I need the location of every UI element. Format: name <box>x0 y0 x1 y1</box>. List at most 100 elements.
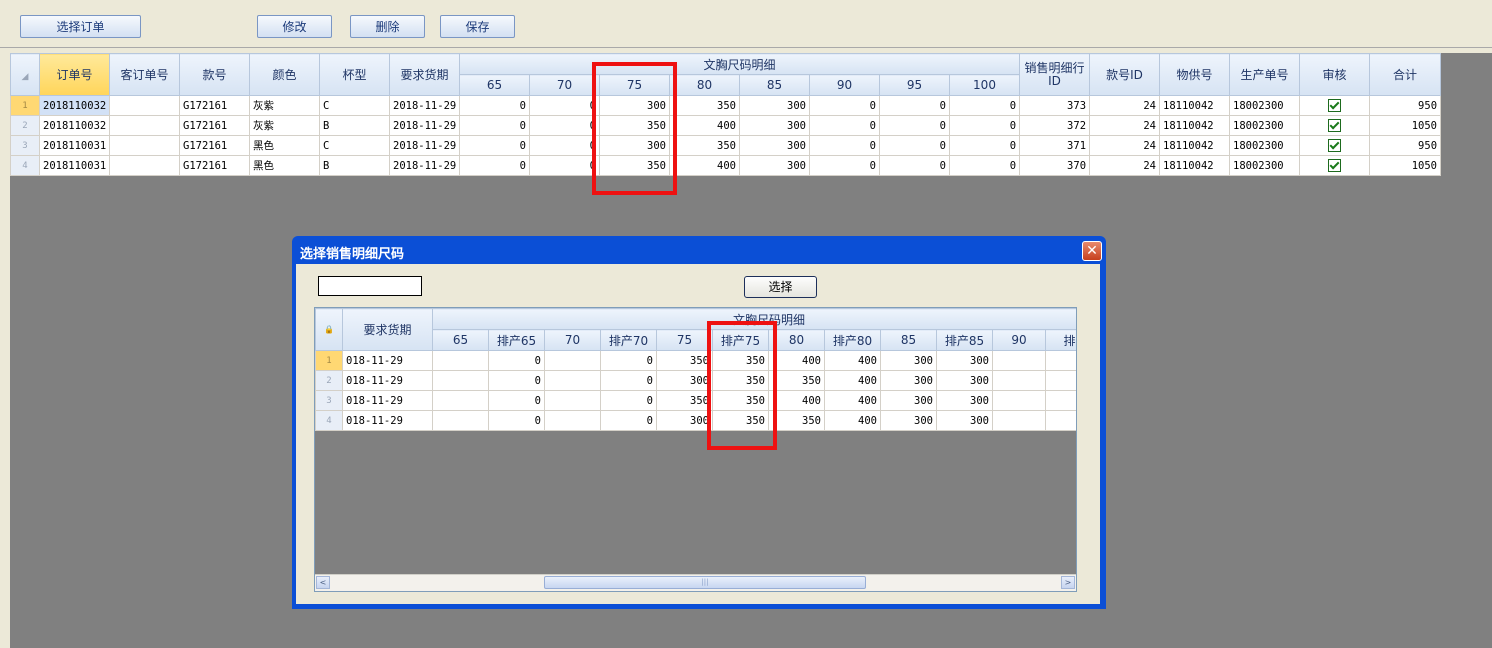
cell-production-no[interactable]: 18002300 <box>1229 135 1301 156</box>
cell-size-85[interactable]: 300 <box>739 135 810 156</box>
review-checkbox[interactable] <box>1328 99 1342 112</box>
dialog-header-size[interactable]: 排产80 <box>824 329 881 351</box>
cell-style-id[interactable]: 24 <box>1089 115 1161 136</box>
cell-due-date[interactable]: 2018-11-29 <box>389 95 460 116</box>
cell-size-90[interactable]: 0 <box>809 135 880 156</box>
cell-style-no[interactable]: G172161 <box>179 115 250 136</box>
cell-style-no[interactable]: G172161 <box>179 95 250 116</box>
cell-production-no[interactable]: 18002300 <box>1229 115 1301 136</box>
header-size-70[interactable]: 70 <box>529 74 600 96</box>
cell-color[interactable]: 黑色 <box>249 155 320 176</box>
cell-size-value[interactable] <box>432 350 489 371</box>
cell-sales-detail-id[interactable]: 370 <box>1019 155 1091 176</box>
table-row[interactable]: 3 018-11-29 0 0 350 350 400 400 300 300 <box>315 390 1076 411</box>
dialog-header-size[interactable]: 75 <box>656 329 713 351</box>
cell-size-value[interactable] <box>1044 350 1076 371</box>
cell-size-85[interactable]: 300 <box>739 155 810 176</box>
header-total[interactable]: 合计 <box>1369 53 1442 96</box>
cell-size-80[interactable]: 350 <box>669 95 740 116</box>
cell-size-value[interactable]: 350 <box>656 350 713 371</box>
dialog-size-grid[interactable]: 🔒 要求货期 文胸尺码明细 65 排产65 70 排产70 75 排产75 80 排产80 85… <box>315 308 1076 431</box>
delete-button[interactable]: 删除 <box>350 15 425 38</box>
cell-total[interactable]: 1050 <box>1369 155 1442 176</box>
cell-size-100[interactable]: 0 <box>948 155 1021 176</box>
header-size-100[interactable]: 100 <box>948 74 1021 96</box>
cell-size-value[interactable]: 300 <box>936 410 993 431</box>
header-size-85[interactable]: 85 <box>739 74 810 96</box>
row-number[interactable]: 1 <box>10 95 40 116</box>
review-checkbox[interactable] <box>1328 159 1342 172</box>
cell-size-value[interactable]: 300 <box>936 350 993 371</box>
cell-size-70[interactable]: 0 <box>529 135 600 156</box>
review-checkbox[interactable] <box>1328 139 1342 152</box>
cell-supplier-no[interactable]: 18110042 <box>1159 95 1231 116</box>
row-number[interactable]: 2 <box>10 115 40 136</box>
cell-size-65[interactable]: 0 <box>459 95 530 116</box>
cell-size-value[interactable]: 350 <box>712 350 769 371</box>
cell-size-95[interactable]: 0 <box>879 95 950 116</box>
cell-size-value[interactable]: 300 <box>936 390 993 411</box>
cell-size-value[interactable]: 350 <box>712 390 769 411</box>
cell-size-value[interactable]: 300 <box>880 410 937 431</box>
cell-due-date[interactable]: 018-11-29 <box>342 370 433 391</box>
cell-size-value[interactable] <box>544 390 601 411</box>
cell-size-75[interactable]: 350 <box>599 155 670 176</box>
header-customer-order-no[interactable]: 客订单号 <box>109 53 180 96</box>
cell-size-75[interactable]: 350 <box>599 115 670 136</box>
cell-review[interactable] <box>1299 95 1371 116</box>
cell-supplier-no[interactable]: 18110042 <box>1159 115 1231 136</box>
cell-size-70[interactable]: 0 <box>529 95 600 116</box>
cell-size-value[interactable]: 350 <box>656 390 713 411</box>
dialog-header-size[interactable]: 90 <box>992 329 1046 351</box>
cell-customer-order-no[interactable] <box>109 135 180 156</box>
select-button[interactable]: 选择 <box>744 276 817 298</box>
cell-size-value[interactable]: 400 <box>824 410 881 431</box>
cell-size-value[interactable]: 350 <box>712 410 769 431</box>
cell-cup[interactable]: B <box>319 115 390 136</box>
modify-button[interactable]: 修改 <box>257 15 332 38</box>
header-cup[interactable]: 杯型 <box>319 53 390 96</box>
grid-corner[interactable]: ◢ <box>10 53 40 96</box>
header-size-65[interactable]: 65 <box>459 74 530 96</box>
row-number[interactable]: 4 <box>10 155 40 176</box>
cell-size-70[interactable]: 0 <box>529 155 600 176</box>
cell-size-75[interactable]: 300 <box>599 95 670 116</box>
cell-size-value[interactable] <box>1044 390 1076 411</box>
cell-color[interactable]: 灰紫 <box>249 95 320 116</box>
cell-size-70[interactable]: 0 <box>529 115 600 136</box>
cell-size-75[interactable]: 300 <box>599 135 670 156</box>
cell-size-95[interactable]: 0 <box>879 115 950 136</box>
header-size-80[interactable]: 80 <box>669 74 740 96</box>
header-style-id[interactable]: 款号ID <box>1089 53 1161 96</box>
cell-size-value[interactable]: 400 <box>824 390 881 411</box>
cell-style-id[interactable]: 24 <box>1089 135 1161 156</box>
header-size-75[interactable]: 75 <box>599 74 670 96</box>
cell-supplier-no[interactable]: 18110042 <box>1159 155 1231 176</box>
cell-size-65[interactable]: 0 <box>459 115 530 136</box>
search-input[interactable] <box>318 276 422 296</box>
cell-style-no[interactable]: G172161 <box>179 135 250 156</box>
dialog-header-size[interactable]: 排产65 <box>488 329 545 351</box>
header-sales-detail-id[interactable]: 销售明细行ID <box>1019 53 1091 96</box>
dialog-header-size[interactable]: 排产85 <box>936 329 993 351</box>
cell-size-65[interactable]: 0 <box>459 135 530 156</box>
header-size-95[interactable]: 95 <box>879 74 950 96</box>
table-row[interactable]: 4 2018110031 G172161 黑色 B 2018-11-29 0 0 350 400 3… <box>10 155 1442 176</box>
cell-size-90[interactable]: 0 <box>809 95 880 116</box>
cell-size-value[interactable]: 300 <box>656 410 713 431</box>
cell-cup[interactable]: C <box>319 135 390 156</box>
cell-order-no[interactable]: 2018110031 <box>39 135 110 156</box>
save-button[interactable]: 保存 <box>440 15 515 38</box>
cell-size-100[interactable]: 0 <box>948 95 1021 116</box>
cell-size-90[interactable]: 0 <box>809 115 880 136</box>
cell-size-value[interactable] <box>432 370 489 391</box>
header-order-no[interactable]: 订单号 <box>39 53 110 96</box>
header-color[interactable]: 颜色 <box>249 53 320 96</box>
cell-size-value[interactable]: 300 <box>936 370 993 391</box>
dialog-header-size[interactable]: 排产70 <box>600 329 657 351</box>
table-row[interactable]: 2 2018110032 G172161 灰紫 B 2018-11-29 0 0 350 400 3… <box>10 115 1442 136</box>
cell-size-value[interactable]: 0 <box>488 370 545 391</box>
cell-style-no[interactable]: G172161 <box>179 155 250 176</box>
cell-color[interactable]: 黑色 <box>249 135 320 156</box>
cell-size-value[interactable] <box>432 390 489 411</box>
